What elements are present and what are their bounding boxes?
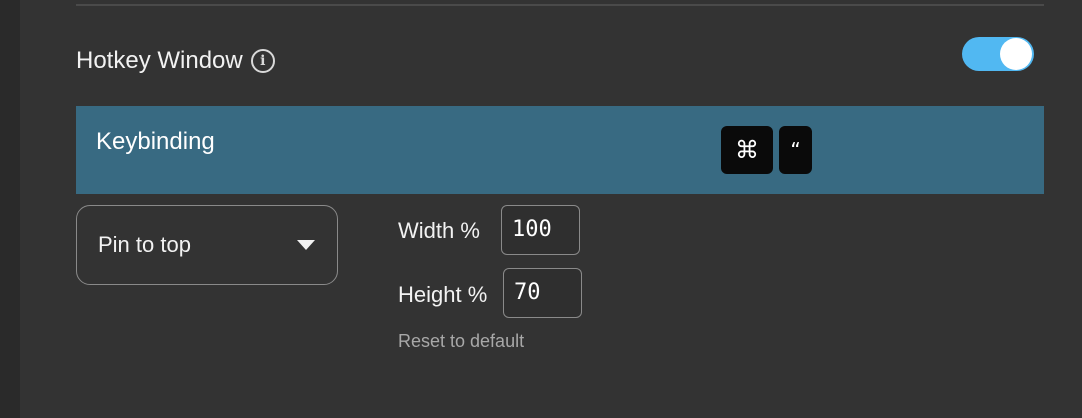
reset-to-default-link[interactable]: Reset to default <box>398 331 524 352</box>
hotkey-window-row: Hotkey Window i <box>76 38 275 84</box>
position-dropdown-value: Pin to top <box>98 232 191 257</box>
width-input[interactable]: 100 <box>501 205 580 255</box>
quote-key: “ <box>779 126 812 174</box>
info-icon[interactable]: i <box>250 49 275 73</box>
position-dropdown[interactable]: Pin to top <box>76 205 338 285</box>
sidebar-edge <box>0 0 20 418</box>
caret-down-icon <box>297 240 315 250</box>
keybinding-row[interactable]: Keybinding ⌘ “ <box>76 106 1044 194</box>
command-key-icon: ⌘ <box>721 126 773 174</box>
hotkey-window-toggle[interactable] <box>962 37 1034 71</box>
settings-panel: Hotkey Window i Keybinding ⌘ “ Pin to to… <box>20 0 1082 418</box>
toggle-knob <box>1000 38 1032 70</box>
height-label: Height % <box>398 282 488 307</box>
hotkey-window-label: Hotkey Window <box>76 47 243 74</box>
width-label: Width % <box>398 218 480 243</box>
height-input[interactable]: 70 <box>503 268 582 318</box>
keybinding-label: Keybinding <box>96 128 215 155</box>
section-divider <box>76 4 1044 6</box>
